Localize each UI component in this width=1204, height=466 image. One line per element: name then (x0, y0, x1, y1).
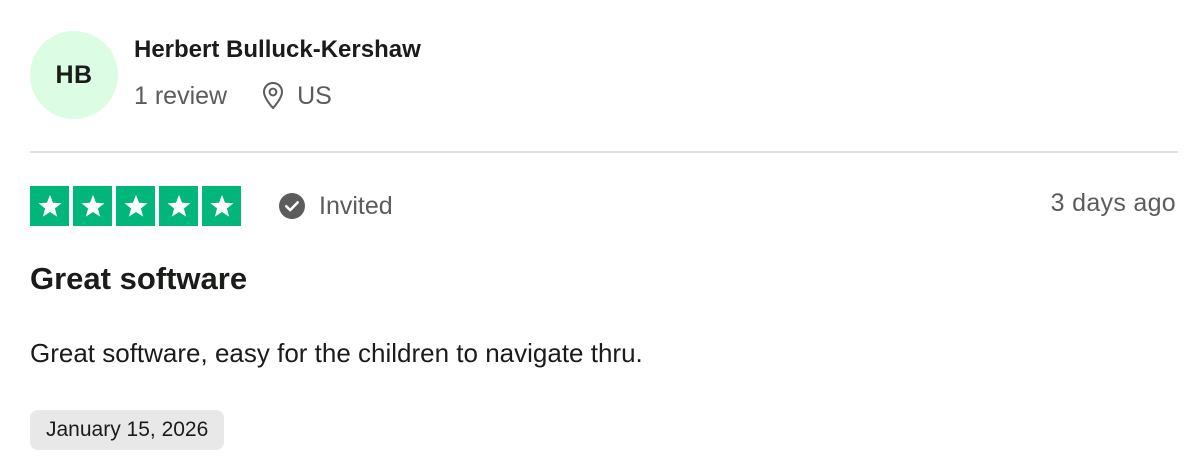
star-icon (30, 186, 69, 226)
reviewer-location: US (297, 81, 332, 110)
star-icon (202, 186, 241, 226)
location-pin-icon (261, 81, 285, 111)
review-count: 1 review (134, 81, 228, 110)
star-rating (30, 186, 241, 226)
invited-badge[interactable]: Invited (278, 190, 393, 222)
date-of-experience-badge: January 15, 2026 (30, 410, 225, 450)
invited-label: Invited (319, 191, 393, 220)
review-card: HB Herbert Bulluck-Kershaw 1 review US I… (0, 0, 1204, 466)
avatar[interactable]: HB (30, 31, 118, 119)
avatar-initials: HB (55, 60, 93, 89)
check-circle-icon (278, 192, 306, 220)
review-title[interactable]: Great software (30, 261, 247, 297)
star-icon (116, 186, 155, 226)
review-body: Great software, easy for the children to… (30, 338, 643, 368)
divider (30, 151, 1178, 153)
star-icon (159, 186, 198, 226)
reviewer-name[interactable]: Herbert Bulluck-Kershaw (134, 36, 421, 64)
review-posted-time: 3 days ago (1050, 189, 1176, 217)
star-icon (73, 186, 112, 226)
reviewer-meta: 1 review US (134, 80, 332, 112)
